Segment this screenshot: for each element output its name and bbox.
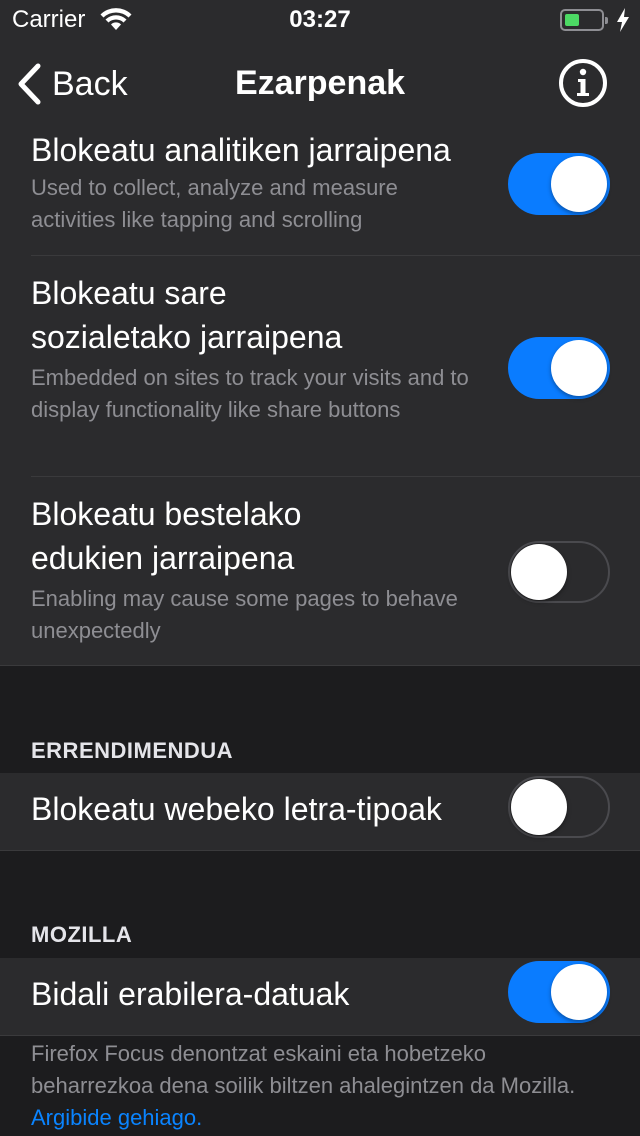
mozilla-section-header: MOZILLA: [31, 922, 133, 947]
info-icon[interactable]: [558, 58, 608, 108]
mozilla-footer: Firefox Focus denontzat eskaini eta hobe…: [31, 1038, 591, 1134]
web-fonts-row: Blokeatu webeko letra-tipoak: [0, 773, 640, 850]
other-content-title: Blokeatu bestelako edukien jarraipena: [31, 496, 302, 576]
divider: [0, 850, 640, 851]
usage-data-toggle[interactable]: [508, 961, 610, 1023]
navigation-bar: Back Ezarpenak: [0, 40, 640, 128]
charging-bolt-icon: [617, 8, 629, 32]
other-content-subtitle: Enabling may cause some pages to behave …: [31, 586, 458, 643]
status-bar: Carrier 03:27: [0, 0, 640, 40]
web-fonts-toggle[interactable]: [508, 776, 610, 838]
divider: [31, 476, 640, 477]
performance-section-header: ERRENDIMENDUA: [31, 738, 234, 763]
social-toggle[interactable]: [508, 337, 610, 399]
analytics-title: Blokeatu analitiken jarraipena: [31, 132, 451, 168]
footer-text: Firefox Focus denontzat eskaini eta hobe…: [31, 1041, 576, 1098]
divider: [31, 255, 640, 256]
social-subtitle: Embedded on sites to track your visits a…: [31, 365, 469, 422]
social-title: Blokeatu sare sozialetako jarraipena: [31, 275, 343, 355]
battery-icon: [560, 9, 608, 31]
divider: [0, 1035, 640, 1036]
usage-data-row: Bidali erabilera-datuak: [0, 958, 640, 1035]
learn-more-link[interactable]: Argibide gehiago.: [31, 1105, 202, 1130]
clock: 03:27: [289, 6, 351, 33]
divider: [0, 665, 640, 666]
settings-list: Blokeatu analitiken jarraipena Used to c…: [0, 128, 640, 1136]
analytics-toggle[interactable]: [508, 153, 610, 215]
tracking-group: Blokeatu analitiken jarraipena Used to c…: [0, 128, 640, 665]
analytics-subtitle: Used to collect, analyze and measure act…: [31, 175, 398, 232]
web-fonts-title: Blokeatu webeko letra-tipoak: [31, 791, 442, 827]
other-content-toggle[interactable]: [508, 541, 610, 603]
usage-data-title: Bidali erabilera-datuak: [31, 976, 350, 1012]
page-title: Ezarpenak: [234, 64, 406, 102]
